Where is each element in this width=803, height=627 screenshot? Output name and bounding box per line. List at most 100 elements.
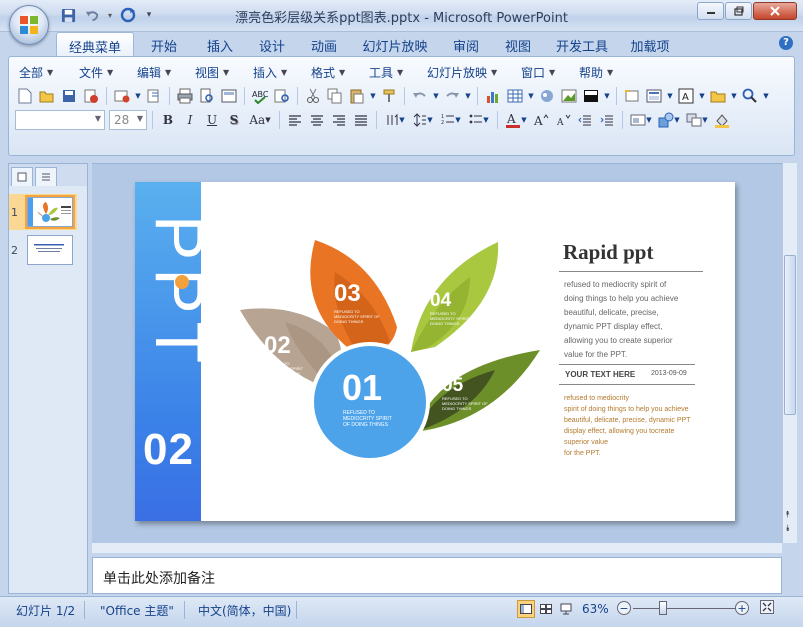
new-icon[interactable] (15, 86, 35, 106)
color-grayscale-icon[interactable] (581, 86, 601, 106)
text-box-icon[interactable]: A (676, 86, 696, 106)
decrease-indent-icon[interactable] (575, 110, 595, 130)
design-icon[interactable]: ▼ (628, 110, 654, 130)
menu-edit[interactable]: 编辑 ▼ (131, 64, 189, 81)
menu-file[interactable]: 文件 ▼ (73, 64, 131, 81)
open-icon[interactable] (37, 86, 57, 106)
undo-icon[interactable] (410, 86, 430, 106)
shapes-icon[interactable]: ▼ (656, 110, 682, 130)
office-button[interactable] (9, 5, 49, 45)
chevron-down-icon[interactable]: ▼ (134, 86, 142, 106)
line-spacing-icon[interactable]: ▼ (410, 110, 436, 130)
scroll-thumb[interactable] (784, 255, 796, 415)
insert-picture-icon[interactable] (559, 86, 579, 106)
chevron-down-icon[interactable]: ▼ (730, 86, 738, 106)
decrease-font-icon[interactable]: A (553, 110, 573, 130)
tab-insert[interactable]: 插入 (194, 32, 246, 56)
slide-sorter-button[interactable] (537, 600, 555, 618)
layout-icon[interactable] (644, 86, 664, 106)
horizontal-scrollbar[interactable] (92, 543, 782, 553)
attach-icon[interactable] (144, 86, 164, 106)
bold-icon[interactable]: B (158, 110, 178, 130)
menu-view[interactable]: 视图 ▼ (189, 64, 247, 81)
tab-design[interactable]: 设计 (246, 32, 298, 56)
chevron-down-icon[interactable]: ▼ (464, 86, 472, 106)
change-case-icon[interactable]: Aa ▼ (246, 110, 274, 130)
clipart-icon[interactable] (537, 86, 557, 106)
normal-view-button[interactable] (517, 600, 535, 618)
align-right-icon[interactable] (329, 110, 349, 130)
slide-editor[interactable]: PPT 02 02 REFUSED TO MEDIOCRITY SPIRIT O… (92, 163, 782, 543)
italic-icon[interactable]: I (180, 110, 200, 130)
close-button[interactable] (753, 2, 797, 20)
fit-to-window-icon[interactable] (760, 600, 774, 614)
chevron-down-icon[interactable]: ▼ (369, 86, 377, 106)
slide-layout-icon[interactable] (219, 86, 239, 106)
text-direction-icon[interactable]: ▼ (382, 110, 408, 130)
numbering-icon[interactable]: 1 2 ▼ (438, 110, 464, 130)
slides-tab[interactable] (11, 167, 33, 186)
insert-table-icon[interactable] (505, 86, 525, 106)
chevron-down-icon[interactable]: ▼ (666, 86, 674, 106)
next-slide-icon[interactable]: ⯯ (785, 525, 790, 534)
search-icon[interactable] (740, 86, 760, 106)
minimize-button[interactable] (697, 2, 724, 20)
outline-tab[interactable] (35, 167, 57, 186)
arrange-icon[interactable]: ▼ (684, 110, 710, 130)
menu-insert[interactable]: 插入 ▼ (247, 64, 305, 81)
help-icon[interactable]: ? (779, 36, 793, 50)
slide-thumbnail-2[interactable]: 2 (11, 235, 73, 265)
tab-animation[interactable]: 动画 (298, 32, 350, 56)
folder-icon[interactable] (708, 86, 728, 106)
chevron-down-icon[interactable]: ▼ (698, 86, 706, 106)
chevron-down-icon[interactable]: ▼ (527, 86, 535, 106)
tab-review[interactable]: 审阅 (440, 32, 492, 56)
prev-slide-icon[interactable]: ⯭ (785, 511, 790, 520)
format-painter-icon[interactable] (379, 86, 399, 106)
menu-slideshow[interactable]: 幻灯片放映 ▼ (421, 64, 515, 81)
menu-window[interactable]: 窗口 ▼ (515, 64, 573, 81)
zoom-slider-thumb[interactable] (659, 601, 667, 615)
tab-developer[interactable]: 开发工具 (544, 32, 620, 56)
insert-chart-icon[interactable] (483, 86, 503, 106)
print-preview-icon[interactable] (197, 86, 217, 106)
email-icon[interactable] (112, 86, 132, 106)
bullets-icon[interactable]: ▼ (466, 110, 492, 130)
zoom-level[interactable]: 63% (582, 602, 609, 616)
menu-tools[interactable]: 工具 ▼ (363, 64, 421, 81)
tab-home[interactable]: 开始 (134, 32, 194, 56)
tab-slideshow[interactable]: 幻灯片放映 (350, 32, 440, 56)
tab-addins[interactable]: 加载项 (620, 32, 680, 56)
menu-all[interactable]: 全部 ▼ (13, 64, 73, 81)
align-left-icon[interactable] (285, 110, 305, 130)
slideshow-button[interactable] (557, 600, 575, 618)
underline-icon[interactable]: U (202, 110, 222, 130)
menu-help[interactable]: 帮助 ▼ (573, 64, 631, 81)
tab-classic-menu[interactable]: 经典菜单 (56, 32, 134, 56)
paste-icon[interactable] (347, 86, 367, 106)
zoom-out-icon[interactable]: − (617, 601, 631, 615)
redo-icon[interactable] (442, 86, 462, 106)
vertical-scrollbar[interactable]: ⯭ ⯯ (782, 163, 797, 543)
cut-icon[interactable] (303, 86, 323, 106)
copy-icon[interactable] (325, 86, 345, 106)
new-slide-icon[interactable] (622, 86, 642, 106)
increase-font-icon[interactable]: A (531, 110, 551, 130)
menu-format[interactable]: 格式 ▼ (305, 64, 363, 81)
shadow-icon[interactable]: S (224, 110, 244, 130)
slide-canvas[interactable]: PPT 02 02 REFUSED TO MEDIOCRITY SPIRIT O… (135, 182, 735, 521)
slide-thumbnail-1[interactable]: 1 (9, 194, 77, 230)
chevron-down-icon[interactable]: ▼ (762, 86, 770, 106)
permission-icon[interactable] (81, 86, 101, 106)
font-name-select[interactable]: ▼ (15, 110, 105, 130)
spelling-icon[interactable]: ABC (250, 86, 270, 106)
zoom-slider[interactable] (633, 608, 736, 609)
restore-button[interactable] (725, 2, 752, 20)
status-language[interactable]: 中文(简体，中国) (198, 602, 291, 619)
tab-view[interactable]: 视图 (492, 32, 544, 56)
research-icon[interactable] (272, 86, 292, 106)
chevron-down-icon[interactable]: ▼ (603, 86, 611, 106)
notes-pane[interactable]: 单击此处添加备注 (92, 557, 782, 594)
print-icon[interactable] (175, 86, 195, 106)
fill-color-icon[interactable] (712, 110, 732, 130)
